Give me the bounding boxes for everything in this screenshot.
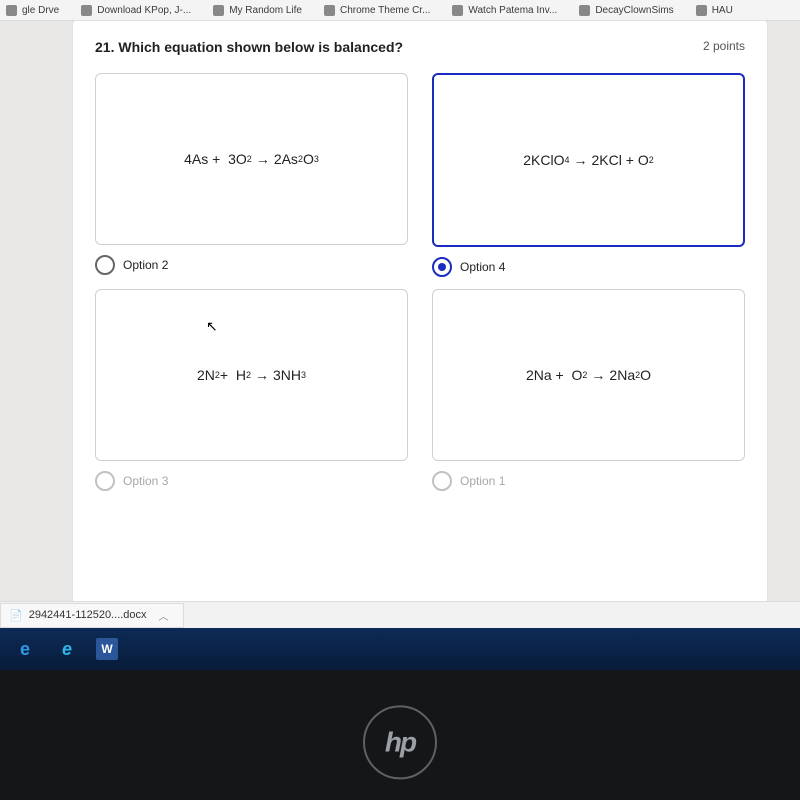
- bookmark-item[interactable]: My Random Life: [213, 5, 302, 16]
- quiz-card: 21. Which equation shown below is balanc…: [72, 20, 768, 630]
- chevron-up-icon[interactable]: ︿: [159, 608, 169, 623]
- file-icon: 📄: [9, 609, 23, 622]
- word-icon[interactable]: W: [96, 638, 118, 660]
- bookmark-item[interactable]: HAU: [696, 5, 733, 16]
- option-label: Option 3: [123, 474, 168, 488]
- radio-icon[interactable]: [432, 257, 452, 277]
- download-chip[interactable]: 📄 2942441-112520....docx ︿: [0, 603, 184, 628]
- edge-icon[interactable]: e: [12, 636, 38, 662]
- radio-icon[interactable]: [95, 255, 115, 275]
- option-label: Option 4: [460, 260, 505, 274]
- answer-option[interactable]: 2Na + O2 → 2Na2O Option 1: [432, 289, 745, 491]
- bookmark-item[interactable]: Watch Patema Inv...: [452, 5, 557, 16]
- download-filename: 2942441-112520....docx: [29, 609, 147, 621]
- windows-taskbar: e e W: [0, 628, 800, 670]
- equation-box[interactable]: 2Na + O2 → 2Na2O: [432, 289, 745, 461]
- bookmark-item[interactable]: DecayClownSims: [579, 5, 673, 16]
- bookmark-item[interactable]: Download KPop, J-...: [81, 5, 191, 16]
- cursor-icon: ↖: [206, 318, 218, 335]
- hp-logo: hp: [363, 705, 437, 779]
- equation-box[interactable]: 4As + 3O2 → 2As2O3: [95, 73, 408, 245]
- equation-box[interactable]: 2KClO4 → 2KCl + O2: [432, 73, 745, 247]
- equation-box[interactable]: 2N2 + H2 → 3NH3: [95, 289, 408, 461]
- laptop-bezel: hp: [0, 670, 800, 800]
- radio-icon[interactable]: [432, 471, 452, 491]
- option-label: Option 1: [460, 474, 505, 488]
- answer-option[interactable]: 4As + 3O2 → 2As2O3 Option 2: [95, 73, 408, 277]
- question-points: 2 points: [703, 39, 745, 53]
- bookmark-item[interactable]: Chrome Theme Cr...: [324, 5, 430, 16]
- ie-icon[interactable]: e: [54, 636, 80, 662]
- answer-option[interactable]: 2N2 + H2 → 3NH3 Option 3: [95, 289, 408, 491]
- bookmarks-bar: gle Drve Download KPop, J-... My Random …: [0, 0, 800, 21]
- radio-icon[interactable]: [95, 471, 115, 491]
- answer-option[interactable]: 2KClO4 → 2KCl + O2 Option 4: [432, 73, 745, 277]
- option-label: Option 2: [123, 258, 168, 272]
- downloads-bar: 📄 2942441-112520....docx ︿: [0, 601, 800, 628]
- bookmark-item[interactable]: gle Drve: [6, 5, 59, 16]
- laptop-screen: gle Drve Download KPop, J-... My Random …: [0, 0, 800, 670]
- question-title: 21. Which equation shown below is balanc…: [95, 39, 403, 55]
